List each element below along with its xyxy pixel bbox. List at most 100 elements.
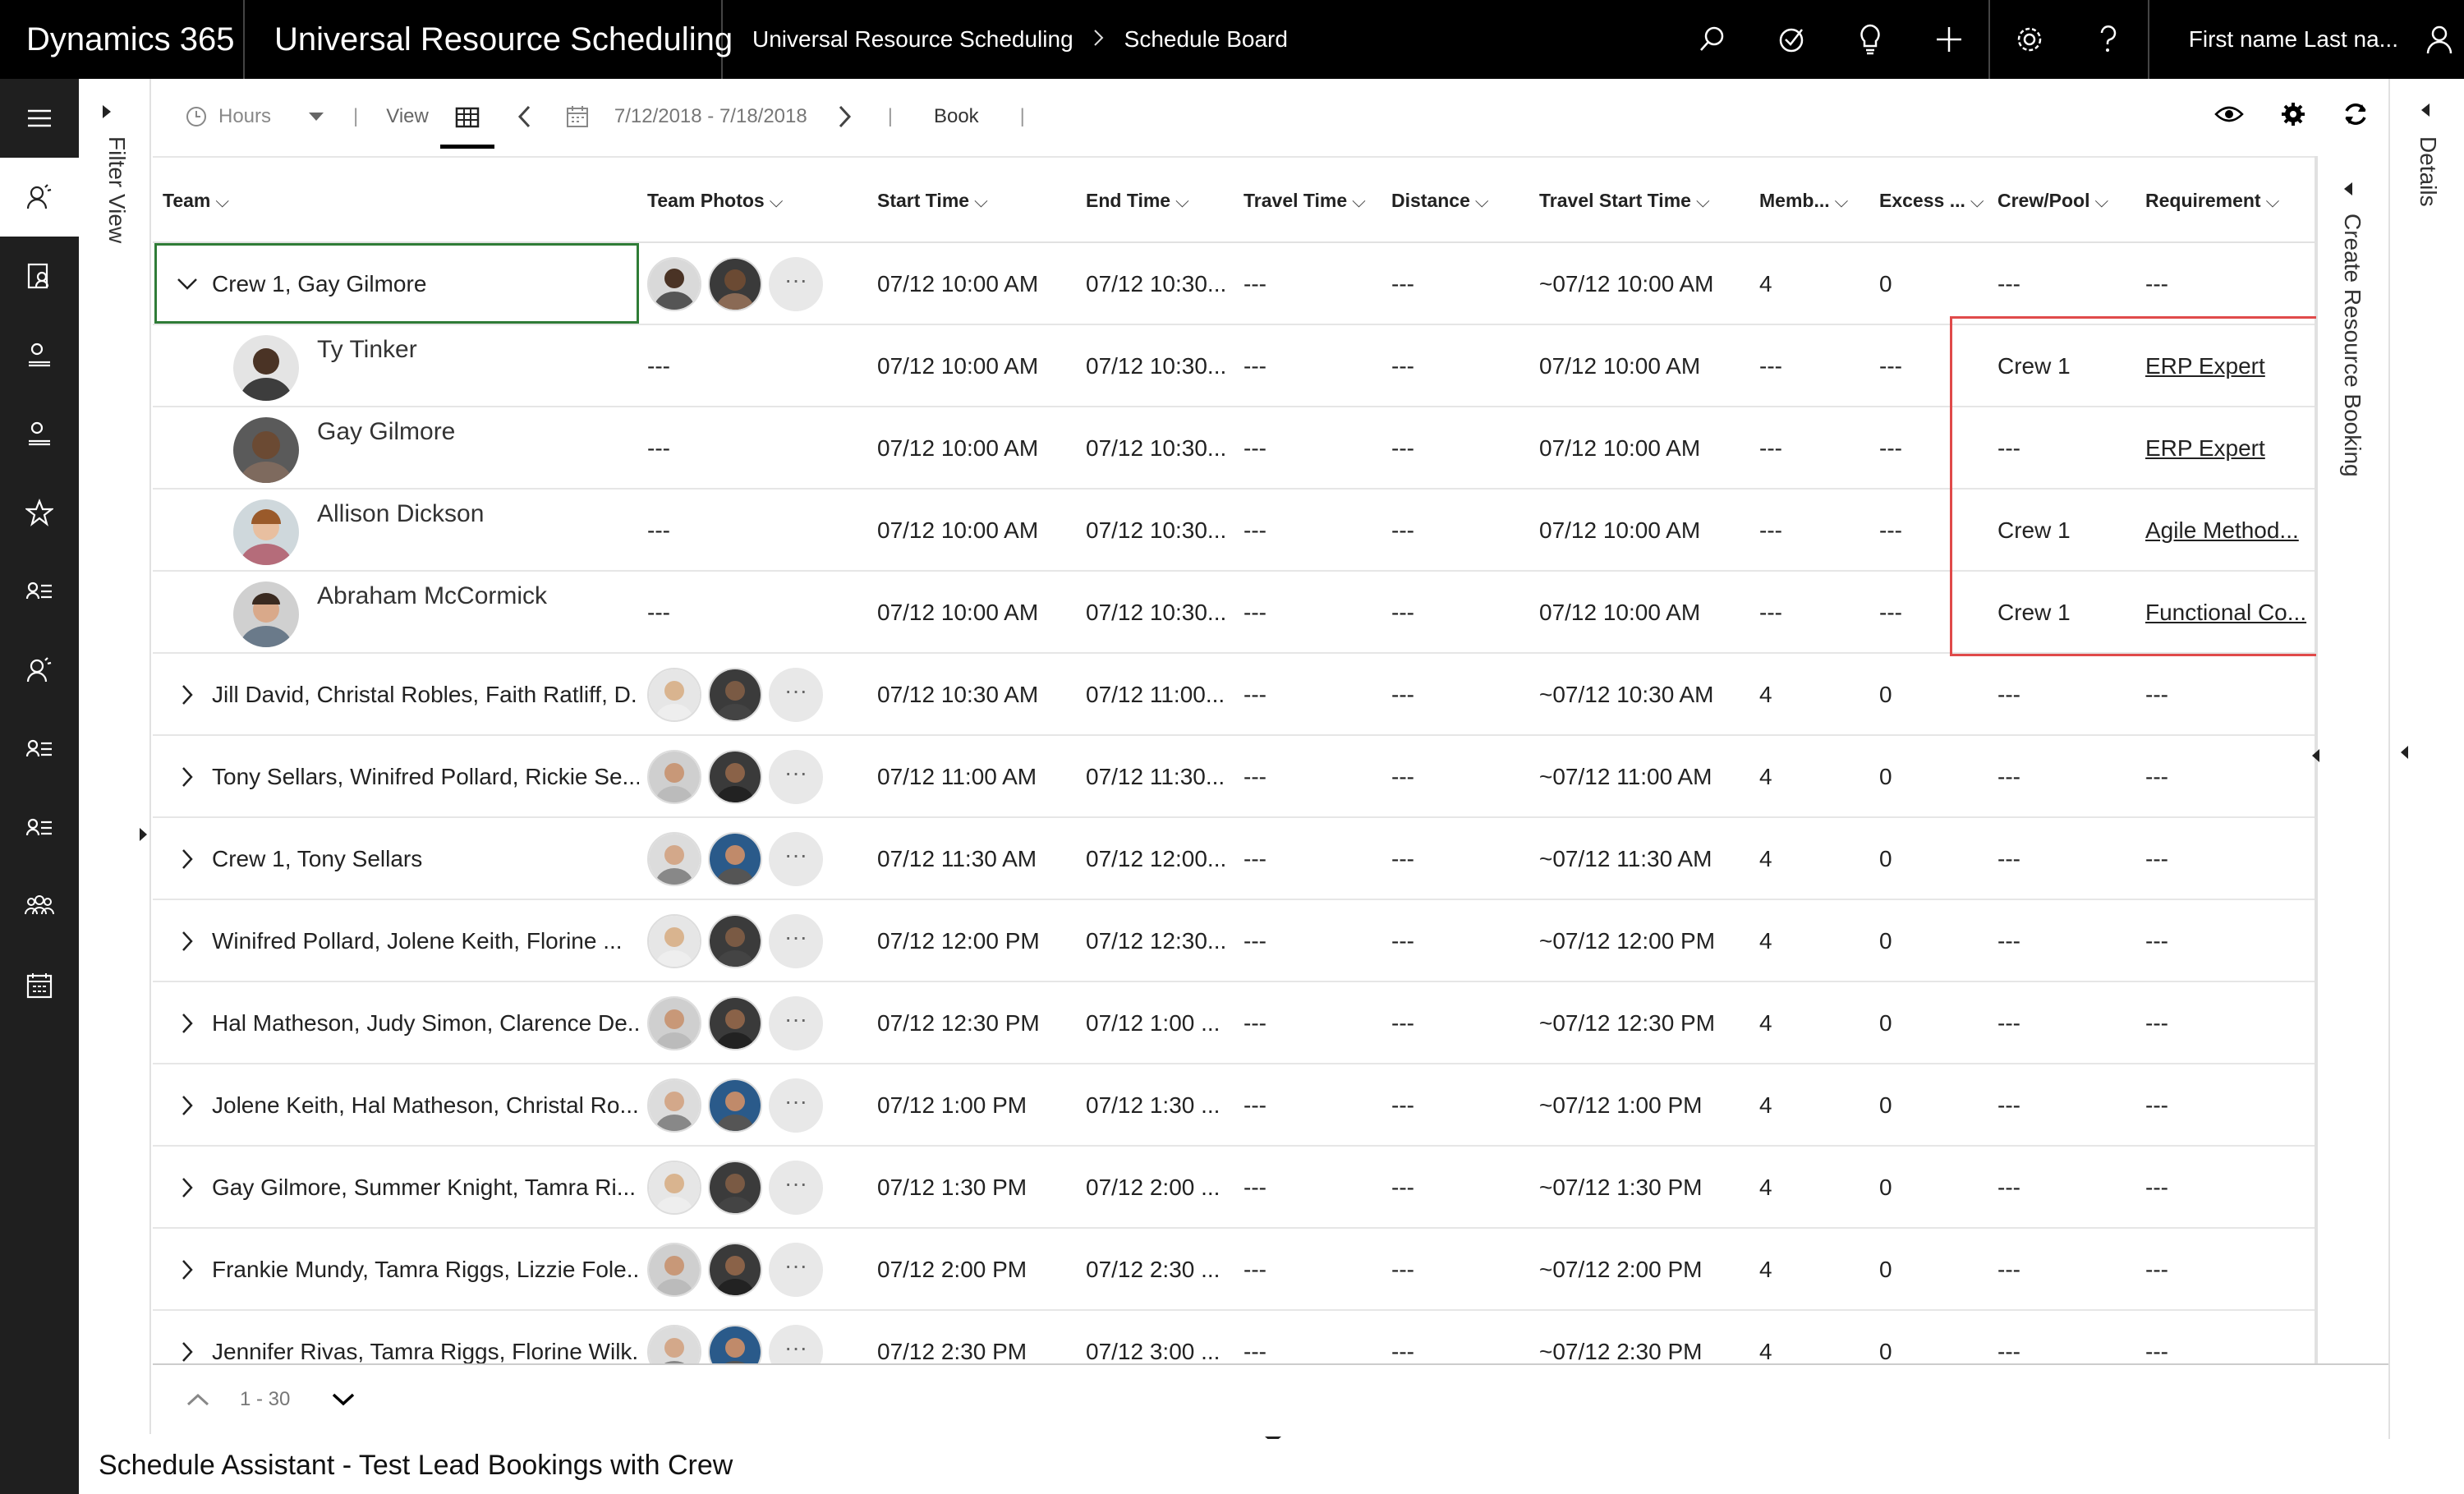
nav-favorites-star-icon[interactable] <box>0 473 79 552</box>
view-label[interactable]: View <box>375 79 440 154</box>
more-photos-button[interactable]: ··· <box>769 832 823 886</box>
book-button[interactable]: Book <box>909 79 1004 154</box>
next-range-icon[interactable] <box>819 79 871 154</box>
column-header-crew-pool[interactable]: Crew/Pool ⌵ <box>1997 158 2108 243</box>
expand-details-arrow-icon[interactable] <box>2400 744 2410 765</box>
nav-schedule-board-icon[interactable] <box>0 158 79 237</box>
expand-chevron-icon[interactable] <box>171 736 204 818</box>
breadcrumb-item-page[interactable]: Schedule Board <box>1124 26 1288 53</box>
user-name[interactable]: First name Last na... <box>2149 0 2415 79</box>
nav-characteristics-icon[interactable] <box>0 631 79 710</box>
requirement-link[interactable]: Functional Co... <box>2145 572 2310 654</box>
nav-resource-pools-icon[interactable] <box>0 788 79 867</box>
page-down-chevron-icon[interactable] <box>315 1371 372 1428</box>
date-range-picker[interactable]: 7/12/2018 - 7/18/2018 <box>554 79 819 154</box>
table-row-group[interactable]: Jolene Keith, Hal Matheson, Christal Ro.… <box>153 1064 2316 1147</box>
requirement: --- <box>2145 1092 2168 1118</box>
gear-icon[interactable] <box>1990 0 2069 79</box>
table-row-group-expanded[interactable]: Crew 1, Gay Gilmore ··· 07/12 10:00 AM 0… <box>153 243 2316 325</box>
more-photos-button[interactable]: ··· <box>769 1243 823 1297</box>
eye-icon[interactable] <box>2214 104 2244 130</box>
expand-chevron-icon[interactable] <box>171 654 204 736</box>
nav-resource-list-icon[interactable] <box>0 552 79 631</box>
page-range: 1 - 30 <box>240 1388 291 1410</box>
column-header-travel-start-time[interactable]: Travel Start Time ⌵ <box>1539 158 1710 243</box>
table-row-group[interactable]: Hal Matheson, Judy Simon, Clarence De...… <box>153 982 2316 1064</box>
plus-icon[interactable] <box>1910 0 1988 79</box>
table-row-group[interactable]: Tony Sellars, Winifred Pollard, Rickie S… <box>153 736 2316 818</box>
table-row-member[interactable]: Gay Gilmore --- 07/12 10:00 AM 07/12 10:… <box>153 407 2316 490</box>
column-header-members[interactable]: Memb... ⌵ <box>1759 158 1848 243</box>
more-photos-button[interactable]: ··· <box>769 750 823 804</box>
column-header-excess[interactable]: Excess ... ⌵ <box>1879 158 1984 243</box>
column-header-team[interactable]: Team ⌵ <box>163 158 229 243</box>
collapse-details-icon[interactable] <box>2420 102 2431 122</box>
more-photos-button[interactable]: ··· <box>769 1325 823 1363</box>
more-photos-button[interactable]: ··· <box>769 668 823 722</box>
column-header-team-photos[interactable]: Team Photos ⌵ <box>647 158 783 243</box>
column-header-end-time[interactable]: End Time ⌵ <box>1086 158 1189 243</box>
table-row-member[interactable]: Abraham McCormick --- 07/12 10:00 AM 07/… <box>153 572 2316 654</box>
user-icon[interactable] <box>2415 0 2464 79</box>
expand-filter-icon[interactable] <box>100 103 113 124</box>
table-row-group[interactable]: Crew 1, Tony Sellars ··· 07/12 11:30 AM 07/… <box>153 818 2316 900</box>
task-check-icon[interactable] <box>1752 0 1831 79</box>
column-header-requirement[interactable]: Requirement ⌵ <box>2145 158 2279 243</box>
column-header-distance[interactable]: Distance ⌵ <box>1391 158 1489 243</box>
table-row-member[interactable]: Ty Tinker --- 07/12 10:00 AM 07/12 10:30… <box>153 325 2316 407</box>
expand-chevron-icon[interactable] <box>171 818 204 900</box>
search-icon[interactable] <box>1673 0 1752 79</box>
table-row-group[interactable]: Jill David, Christal Robles, Faith Ratli… <box>153 654 2316 736</box>
app-name[interactable]: Dynamics 365 <box>0 0 245 79</box>
expand-chevron-icon[interactable] <box>171 1229 204 1311</box>
expand-chevron-icon[interactable] <box>171 982 204 1064</box>
table-row-group[interactable]: Winifred Pollard, Jolene Keith, Florine … <box>153 900 2316 982</box>
nav-roles-list-icon[interactable] <box>0 710 79 788</box>
more-photos-button[interactable]: ··· <box>769 257 823 311</box>
requirement-link[interactable]: Agile Method... <box>2145 490 2310 572</box>
nav-bookings-icon[interactable] <box>0 394 79 473</box>
column-header-travel-time[interactable]: Travel Time ⌵ <box>1243 158 1366 243</box>
requirement-link[interactable]: ERP Expert <box>2145 325 2310 407</box>
nav-calendar-icon[interactable] <box>0 946 79 1025</box>
expand-chevron-icon[interactable] <box>171 1311 204 1363</box>
avatar <box>647 1325 701 1363</box>
expand-left-panel-icon[interactable] <box>138 826 148 847</box>
expand-chevron-icon[interactable] <box>171 1147 204 1229</box>
collapse-panel-icon[interactable] <box>2342 181 2354 201</box>
more-photos-button[interactable]: ··· <box>769 996 823 1050</box>
more-photos-button[interactable]: ··· <box>769 914 823 968</box>
requirement-link[interactable]: ERP Expert <box>2145 407 2310 490</box>
excess-count: 0 <box>1879 846 1892 871</box>
refresh-icon[interactable] <box>2342 101 2369 133</box>
table-row-group[interactable]: Gay Gilmore, Summer Knight, Tamra Ri... ·… <box>153 1147 2316 1229</box>
details-label[interactable]: Details <box>2415 136 2441 207</box>
column-header-start-time[interactable]: Start Time ⌵ <box>877 158 988 243</box>
previous-range-icon[interactable] <box>494 79 554 154</box>
module-name[interactable]: Universal Resource Scheduling <box>245 0 733 79</box>
expand-chevron-icon[interactable] <box>171 900 204 982</box>
distance: --- <box>1391 435 1414 461</box>
expand-left-arrow-icon[interactable] <box>2311 747 2321 768</box>
table-row-group[interactable]: Jennifer Rivas, Tamra Riggs, Florine Wil… <box>153 1311 2316 1363</box>
hours-selector[interactable]: Hours <box>153 79 337 154</box>
more-photos-button[interactable]: ··· <box>769 1161 823 1215</box>
collapse-chevron-icon[interactable] <box>171 243 204 325</box>
lightbulb-icon[interactable] <box>1831 0 1910 79</box>
end-time: 07/12 11:30... <box>1086 764 1225 789</box>
more-photos-button[interactable]: ··· <box>769 1078 823 1133</box>
grid-view-icon[interactable] <box>439 90 494 149</box>
nav-requirements-icon[interactable] <box>0 237 79 315</box>
filter-view-label[interactable]: Filter View <box>103 136 130 243</box>
settings-gear-icon[interactable] <box>2280 101 2306 133</box>
nav-resources-icon[interactable] <box>0 315 79 394</box>
table-row-member[interactable]: Allison Dickson --- 07/12 10:00 AM 07/12… <box>153 490 2316 572</box>
create-resource-booking-label[interactable]: Create Resource Booking <box>2339 214 2365 477</box>
table-row-group[interactable]: Frankie Mundy, Tamra Riggs, Lizzie Fole.… <box>153 1229 2316 1311</box>
breadcrumb-item-module[interactable]: Universal Resource Scheduling <box>752 26 1073 53</box>
page-up-chevron-icon[interactable] <box>169 1371 227 1428</box>
nav-crews-icon[interactable] <box>0 867 79 946</box>
hamburger-menu-icon[interactable] <box>0 79 79 158</box>
help-icon[interactable] <box>2069 0 2148 79</box>
expand-chevron-icon[interactable] <box>171 1064 204 1147</box>
